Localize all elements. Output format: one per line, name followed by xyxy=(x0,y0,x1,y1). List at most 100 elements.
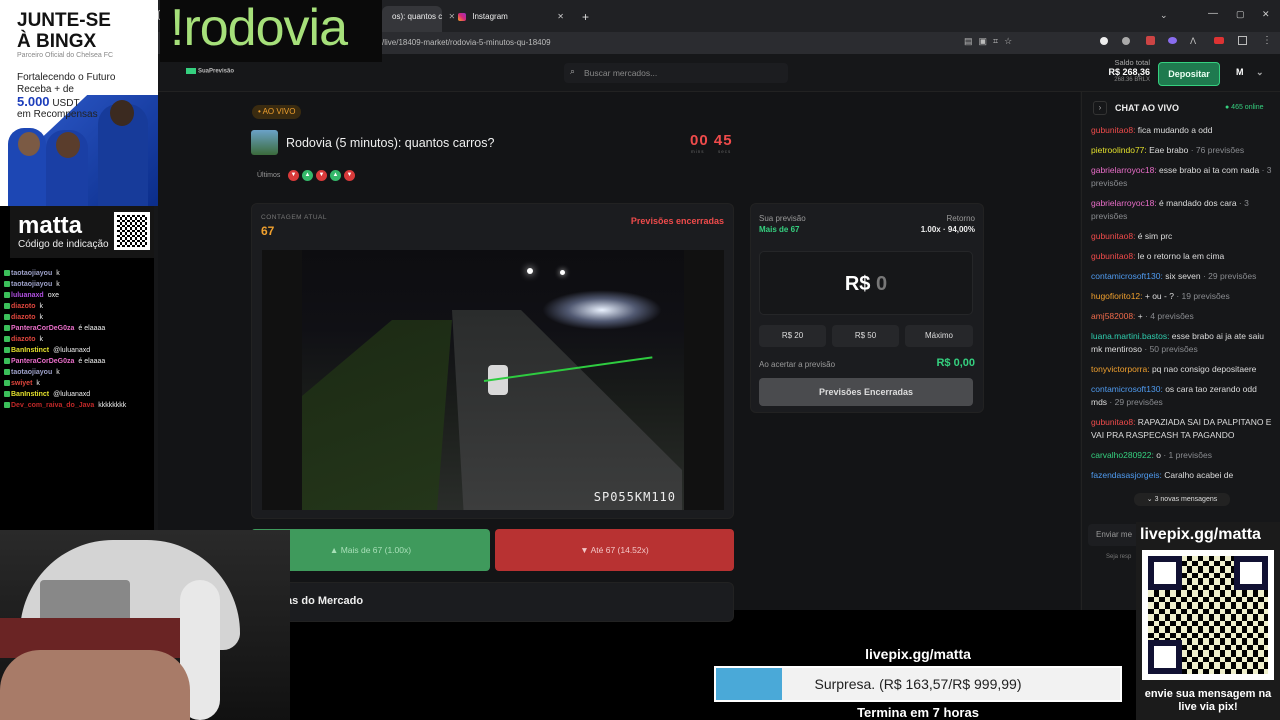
stream-chat-line: diazoto k xyxy=(4,312,154,323)
chat-username[interactable]: luana.martini.bastos: xyxy=(1091,331,1169,341)
result-up-icon: ▲ xyxy=(302,170,313,181)
chat-username[interactable]: amj582008: xyxy=(1091,311,1135,321)
tab-instagram[interactable]: Instagram ✕ xyxy=(448,6,574,32)
stream-chat-line: taotaojiayou k xyxy=(4,279,154,290)
result-down-icon: ▼ xyxy=(288,170,299,181)
stream-chat-text: @luluanaxd xyxy=(53,347,91,354)
rodovia-text: !rodovia xyxy=(170,0,348,57)
return-value: 1.00x · 94,00% xyxy=(920,225,975,234)
amount-input[interactable]: R$ 0 xyxy=(759,251,973,315)
chat-username[interactable]: hugofiorito12: xyxy=(1091,291,1143,301)
adblock-icon[interactable] xyxy=(1214,37,1224,44)
chat-text: six seven xyxy=(1162,271,1201,281)
chat-username[interactable]: gubunitao8: xyxy=(1091,231,1135,241)
chat-username[interactable]: pietroolindo77: xyxy=(1091,145,1147,155)
chat-username[interactable]: gabrielarroyoc18: xyxy=(1091,198,1157,208)
close-window-icon[interactable]: ✕ xyxy=(1262,9,1270,20)
quick-amount-50[interactable]: R$ 50 xyxy=(832,325,899,347)
market-status: Previsões encerradas xyxy=(630,216,724,226)
market-title: Rodovia (5 minutos): quantos carros? xyxy=(286,136,495,150)
search-box[interactable]: ⌕ Buscar mercados... xyxy=(564,63,788,83)
qr-code xyxy=(114,212,150,250)
livepix-qr-panel: livepix.gg/matta envie sua mensagem na l… xyxy=(1136,522,1280,720)
chat-username[interactable]: contamicrosoft130: xyxy=(1091,384,1163,394)
chat-username[interactable]: gubunitao8: xyxy=(1091,251,1135,261)
extension-icon[interactable] xyxy=(1146,36,1155,45)
chat-prediction-count: · 19 previsões xyxy=(1173,291,1230,301)
tab-rodovia[interactable]: os): quantos c ✕ xyxy=(382,6,455,32)
stream-chat-text: k xyxy=(36,380,40,387)
bingx-ad: JUNTE-SE À BINGX Parceiro Oficial do Chel… xyxy=(0,0,158,206)
stream-chat-text: é elaaaa xyxy=(78,325,106,332)
chat-message: pietroolindo77: Eae brabo · 76 previsões xyxy=(1091,144,1272,157)
bet-down-button[interactable]: ▼ Até 67 (14.52x) xyxy=(495,529,734,571)
chat-username[interactable]: carvalho280922: xyxy=(1091,450,1154,460)
countdown-min-label: mins xyxy=(691,149,705,154)
recent-label: Últimos xyxy=(257,172,281,179)
quick-amount-max[interactable]: Máximo xyxy=(905,325,973,347)
chat-prediction-count: · 76 previsões xyxy=(1188,145,1245,155)
ad-partner: Parceiro Oficial do Chelsea FC xyxy=(17,52,114,59)
your-prediction-label: Sua previsão xyxy=(759,214,806,223)
maximize-icon[interactable]: ▢ xyxy=(1236,9,1245,20)
chat-username[interactable]: gabrielarroyoc18: xyxy=(1091,165,1157,175)
extension-icon[interactable] xyxy=(1122,37,1130,45)
prediction-panel: Sua previsão Mais de 67 Retorno 1.00x · … xyxy=(750,203,984,413)
badge-icon xyxy=(4,281,10,288)
stream-chat-line: PanteraCorDeG0za é elaaaa xyxy=(4,356,154,367)
extension-icon[interactable]: ᐱ xyxy=(1190,36,1196,47)
road xyxy=(452,310,682,510)
chat-username[interactable]: contamicrosoft130: xyxy=(1091,271,1163,281)
badge-icon xyxy=(4,325,10,332)
close-icon[interactable]: ✕ xyxy=(557,12,564,21)
deposit-button[interactable]: Depositar xyxy=(1158,62,1220,86)
ad-headline: JUNTE-SE À BINGX xyxy=(17,10,111,52)
chat-username[interactable]: tonyvictorporra: xyxy=(1091,364,1150,374)
stream-chat-user: PanteraCorDeG0za xyxy=(11,358,75,365)
stream-chat-text: oxe xyxy=(47,292,59,299)
user-menu[interactable]: M ⌄ xyxy=(1236,67,1264,78)
stream-chat-text: é elaaaa xyxy=(78,358,106,365)
rules-card[interactable]: Regras do Mercado xyxy=(251,582,734,622)
minimize-icon[interactable]: — xyxy=(1208,8,1218,19)
stream-chat-text: kkkkkkkk xyxy=(98,402,127,409)
extension-icon[interactable] xyxy=(1100,37,1108,45)
site-logo[interactable]: SuaPrevisão xyxy=(186,68,234,75)
countdown-sec-label: secs xyxy=(718,149,732,154)
new-tab-button[interactable]: + xyxy=(582,10,589,24)
badge-icon xyxy=(4,380,10,387)
chevron-down-icon[interactable]: ⌄ xyxy=(1160,10,1168,21)
page-actions-icons[interactable]: ▤▣⌗☆ xyxy=(964,36,1018,47)
chat-message: gubunitao8: fica mudando a odd xyxy=(1091,124,1272,137)
chat-text: pq nao consigo depositaere xyxy=(1149,364,1257,374)
webcam xyxy=(0,530,290,720)
chat-username[interactable]: gubunitao8: xyxy=(1091,125,1135,135)
predictions-closed-button[interactable]: Previsões Encerradas xyxy=(759,378,973,406)
market-thumbnail xyxy=(251,130,278,155)
chat-prediction-count: · 29 previsões xyxy=(1107,397,1163,407)
url-field[interactable]: /live/18409-market/rodovia-5-minutos-qu-… xyxy=(382,38,551,47)
goal-time: Termina em 7 horas xyxy=(857,705,979,720)
chat-text: + ou - ? xyxy=(1142,291,1174,301)
extension-icon[interactable] xyxy=(1168,37,1177,44)
chat-hint: Seja resp xyxy=(1106,554,1132,560)
bet-down-label: Até 67 (14.52x) xyxy=(590,545,649,555)
goal-title: livepix.gg/matta xyxy=(865,646,971,662)
menu-icon[interactable]: ⋮ xyxy=(1262,35,1272,46)
market-main: • AO VIVO Rodovia (5 minutos): quantos c… xyxy=(158,92,1080,622)
extension-icon[interactable] xyxy=(1238,36,1247,45)
chat-username[interactable]: fazendasasjorgeis: xyxy=(1091,470,1162,480)
camera-image: SP055KM110 xyxy=(302,250,684,510)
search-input[interactable]: Buscar mercados... xyxy=(584,68,657,78)
quick-amount-20[interactable]: R$ 20 xyxy=(759,325,826,347)
stream-chat-user: swiyet xyxy=(11,380,33,387)
chat-username[interactable]: gubunitao8: xyxy=(1091,417,1135,427)
ad-copy-3: em Recompensas xyxy=(17,109,98,120)
new-messages-pill[interactable]: ⌄ 3 novas mensagens xyxy=(1134,493,1230,506)
chat-message: gabrielarroyoc18: esse brabo ai ta com n… xyxy=(1091,164,1272,190)
stream-chat-line: PanteraCorDeG0za é elaaaa xyxy=(4,323,154,334)
collapse-chat-icon[interactable]: › xyxy=(1093,101,1107,115)
face xyxy=(0,650,190,720)
livepix-caption: envie sua mensagem na live via pix! xyxy=(1144,688,1272,713)
player-head xyxy=(110,100,134,126)
